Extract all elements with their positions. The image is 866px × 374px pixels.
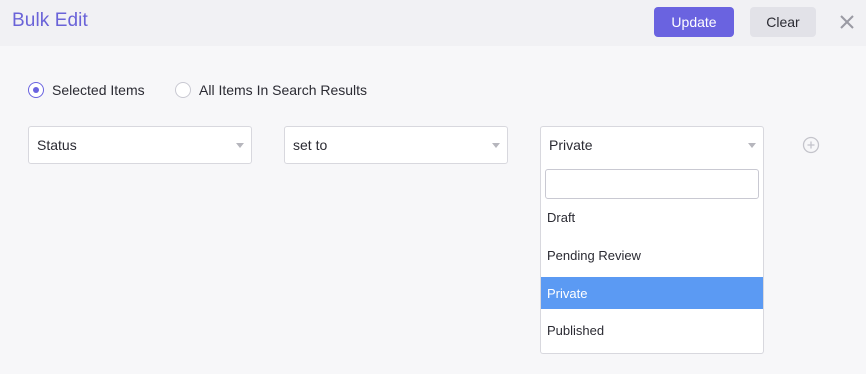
chevron-down-icon	[748, 143, 756, 148]
dropdown-option-published[interactable]: Published	[541, 314, 763, 346]
clear-button[interactable]: Clear	[750, 7, 816, 37]
dropdown-option-pending-review[interactable]: Pending Review	[541, 239, 763, 271]
chevron-down-icon	[236, 143, 244, 148]
value-select-value: Private	[549, 137, 593, 153]
radio-label: Selected Items	[52, 82, 145, 98]
close-icon[interactable]	[836, 11, 858, 33]
page-title: Bulk Edit	[12, 10, 88, 31]
chevron-down-icon	[492, 143, 500, 148]
dropdown-search-input[interactable]	[545, 169, 759, 199]
value-dropdown-menu: Draft Pending Review Private Published	[540, 163, 764, 354]
scope-radio-group: Selected Items All Items In Search Resul…	[28, 82, 528, 100]
header-bar: Bulk Edit Update Clear	[0, 0, 866, 46]
radio-all-items[interactable]: All Items In Search Results	[175, 82, 367, 98]
plus-circle-icon[interactable]	[802, 136, 820, 154]
update-button[interactable]: Update	[654, 7, 734, 37]
radio-selected-items[interactable]: Selected Items	[28, 82, 145, 98]
value-select[interactable]: Private	[540, 126, 764, 164]
operator-select-value: set to	[293, 137, 328, 153]
radio-checked-icon	[28, 82, 44, 98]
operator-select[interactable]: set to	[284, 126, 508, 164]
radio-unchecked-icon	[175, 82, 191, 98]
radio-label: All Items In Search Results	[199, 82, 368, 98]
field-select-value: Status	[37, 137, 77, 153]
dropdown-option-draft[interactable]: Draft	[541, 201, 763, 233]
dropdown-option-private[interactable]: Private	[541, 277, 763, 309]
field-select[interactable]: Status	[28, 126, 252, 164]
